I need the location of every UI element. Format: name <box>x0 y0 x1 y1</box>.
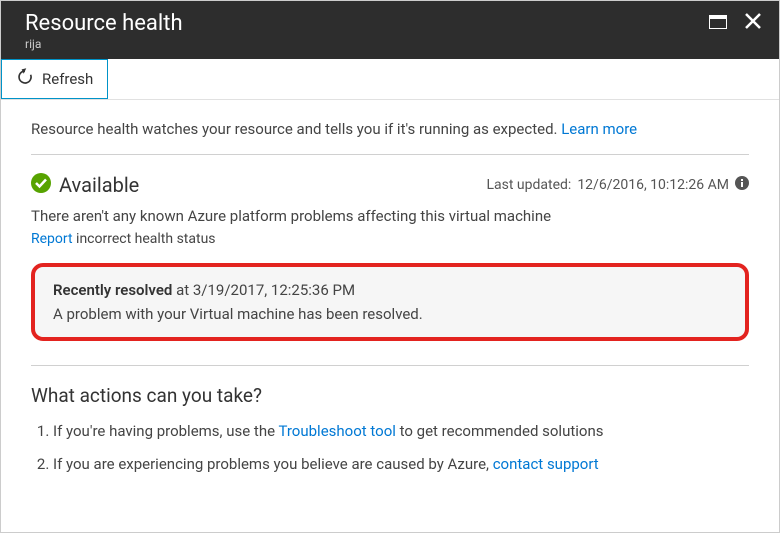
status-left: Available <box>31 173 139 197</box>
problems-text: There aren't any known Azure platform pr… <box>31 207 749 225</box>
toolbar: Refresh <box>1 59 779 100</box>
blade-title: Resource health <box>25 11 183 37</box>
learn-more-link[interactable]: Learn more <box>561 120 637 138</box>
resolved-line1: Recently resolved at 3/19/2017, 12:25:36… <box>53 281 727 299</box>
check-icon <box>31 173 51 197</box>
action1-suffix: to get recommended solutions <box>396 422 604 440</box>
intro-body: Resource health watches your resource an… <box>31 120 561 138</box>
refresh-icon <box>16 68 34 90</box>
maximize-icon[interactable] <box>709 14 727 33</box>
status-right: Last updated: 12/6/2016, 10:12:26 AM <box>486 176 749 194</box>
resolved-message: A problem with your Virtual machine has … <box>53 305 727 323</box>
actions-list: If you're having problems, use the Troub… <box>31 421 749 475</box>
troubleshoot-tool-link[interactable]: Troubleshoot tool <box>278 422 395 440</box>
blade-header: Resource health rija <box>1 1 779 59</box>
intro-text: Resource health watches your resource an… <box>31 120 749 155</box>
action-item-2: If you are experiencing problems you bel… <box>53 454 749 475</box>
status-row: Available Last updated: 12/6/2016, 10:12… <box>31 173 749 197</box>
refresh-button[interactable]: Refresh <box>1 59 108 99</box>
report-link[interactable]: Report <box>31 231 73 247</box>
last-updated-prefix: Last updated: <box>486 177 571 193</box>
content: Resource health watches your resource an… <box>1 100 779 507</box>
blade-subtitle: rija <box>25 37 183 51</box>
contact-support-link[interactable]: contact support <box>493 455 599 473</box>
action1-prefix: If you're having problems, use the <box>53 422 278 440</box>
resolved-label: Recently resolved <box>53 281 172 299</box>
action-item-1: If you're having problems, use the Troub… <box>53 421 749 442</box>
info-icon[interactable] <box>735 176 749 194</box>
header-text: Resource health rija <box>25 11 183 51</box>
action2-prefix: If you are experiencing problems you bel… <box>53 455 493 473</box>
recently-resolved-box: Recently resolved at 3/19/2017, 12:25:36… <box>31 263 749 341</box>
report-line: Report incorrect health status <box>31 231 749 247</box>
status-label: Available <box>59 173 139 197</box>
header-controls <box>709 11 761 33</box>
actions-title: What actions can you take? <box>31 384 749 407</box>
separator <box>31 365 749 366</box>
close-icon[interactable] <box>745 13 761 33</box>
resolved-at: at 3/19/2017, 12:25:36 PM <box>172 281 355 299</box>
refresh-label: Refresh <box>42 70 93 88</box>
last-updated-value: 12/6/2016, 10:12:26 AM <box>577 177 729 193</box>
report-suffix: incorrect health status <box>73 231 216 247</box>
